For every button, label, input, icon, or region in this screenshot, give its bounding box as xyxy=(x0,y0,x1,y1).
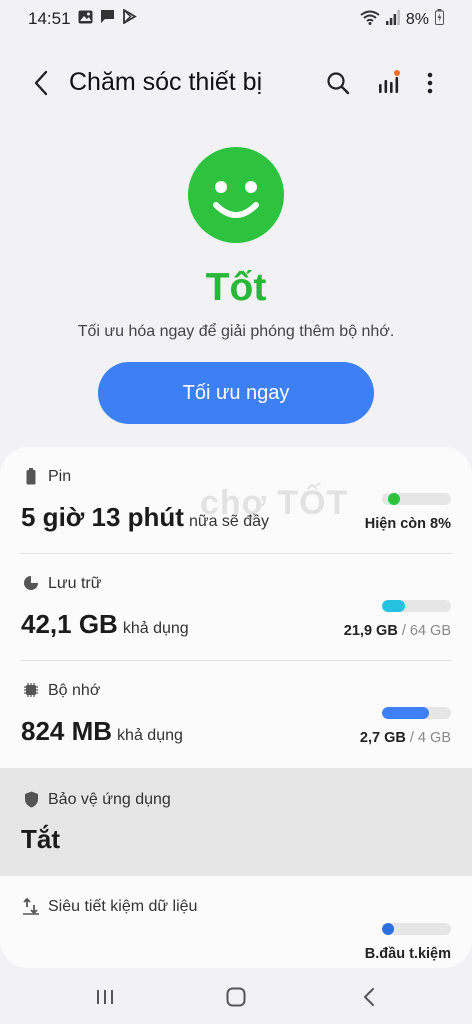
battery-icon xyxy=(435,9,444,30)
storage-available: 42,1 GB khả dụng xyxy=(21,609,189,640)
status-smiley-icon xyxy=(188,147,284,243)
signal-icon xyxy=(385,9,400,30)
app-protection-row[interactable]: Bảo vệ ứng dụng Tắt xyxy=(0,768,472,876)
memory-available-suffix: khả dụng xyxy=(117,727,183,744)
data-saver-start-button[interactable]: B.đầu t.kiệm xyxy=(365,946,451,962)
device-care-card: Pin 5 giờ 13 phút nữa sẽ đầy Hiện còn 8% … xyxy=(0,447,472,968)
device-status: Tốt xyxy=(205,266,267,309)
battery-level-bar xyxy=(382,493,451,505)
memory-level-fill xyxy=(382,707,429,719)
stats-button[interactable] xyxy=(371,66,405,100)
app-protection-status: Tắt xyxy=(21,824,60,854)
battery-level-fill xyxy=(387,493,400,505)
back-arrow-icon xyxy=(34,70,48,96)
message-icon xyxy=(100,9,115,29)
storage-level-fill xyxy=(382,600,406,612)
home-icon xyxy=(226,987,246,1007)
storage-label: Lưu trữ xyxy=(48,575,102,592)
storage-row[interactable]: Lưu trữ 42,1 GB khả dụng 21,9 GB / 64 GB xyxy=(0,554,472,661)
memory-used: 2,7 GB xyxy=(359,730,406,746)
nav-back-button[interactable] xyxy=(347,980,391,1014)
memory-available-value: 824 MB xyxy=(21,716,113,746)
data-saver-row[interactable]: Siêu tiết kiệm dữ liệu B.đầu t.kiệm xyxy=(0,876,472,968)
home-button[interactable] xyxy=(214,980,258,1014)
memory-chip-icon xyxy=(22,681,40,699)
storage-usage: 21,9 GB / 64 GB xyxy=(344,623,451,639)
data-saver-fill xyxy=(382,923,394,935)
battery-time: 5 giờ 13 phút nữa sẽ đầy xyxy=(21,502,269,533)
recent-apps-icon xyxy=(97,990,113,1004)
back-button[interactable] xyxy=(26,66,56,100)
storage-level-bar xyxy=(382,600,451,612)
wifi-icon xyxy=(360,10,380,30)
storage-total: / 64 GB xyxy=(401,623,451,639)
play-store-icon xyxy=(122,8,137,29)
stats-icon xyxy=(379,70,400,93)
memory-label: Bộ nhớ xyxy=(48,682,101,699)
memory-available: 824 MB khả dụng xyxy=(21,716,183,747)
more-options-icon xyxy=(427,72,433,94)
battery-percent: 8% xyxy=(405,10,429,28)
search-button[interactable] xyxy=(321,66,355,100)
page-title: Chăm sóc thiết bị xyxy=(69,68,263,96)
status-time: 14:51 xyxy=(28,9,71,28)
data-saver-label: Siêu tiết kiệm dữ liệu xyxy=(48,898,198,915)
memory-level-bar xyxy=(382,707,451,719)
memory-total: / 4 GB xyxy=(409,730,451,746)
battery-time-value: 5 giờ 13 phút xyxy=(21,502,184,532)
app-bar: Chăm sóc thiết bị xyxy=(0,52,472,112)
battery-row[interactable]: Pin 5 giờ 13 phút nữa sẽ đầy Hiện còn 8% xyxy=(0,447,472,554)
app-protection-label: Bảo vệ ứng dụng xyxy=(48,791,171,808)
battery-label: Pin xyxy=(48,468,72,485)
more-options-button[interactable] xyxy=(413,66,447,100)
data-saver-bar xyxy=(382,923,451,935)
battery-remaining: Hiện còn 8% xyxy=(364,516,451,532)
storage-available-value: 42,1 GB xyxy=(21,609,118,639)
memory-row[interactable]: Bộ nhớ 824 MB khả dụng 2,7 GB / 4 GB xyxy=(0,661,472,768)
status-bar: 14:51 8% xyxy=(0,0,472,36)
optimize-now-button[interactable]: Tối ưu ngay xyxy=(98,362,374,424)
notification-icons xyxy=(78,8,137,29)
storage-used: 21,9 GB xyxy=(343,623,398,639)
battery-time-suffix: nữa sẽ đầy xyxy=(188,513,270,530)
pie-chart-icon xyxy=(22,574,40,592)
memory-usage: 2,7 GB / 4 GB xyxy=(360,730,451,746)
storage-available-suffix: khả dụng xyxy=(122,620,189,637)
gallery-icon xyxy=(78,10,93,29)
battery-icon xyxy=(22,467,40,485)
status-message: Tối ưu hóa ngay để giải phóng thêm bộ nh… xyxy=(77,323,395,340)
data-saver-icon xyxy=(22,897,40,915)
recent-apps-button[interactable] xyxy=(83,980,127,1014)
back-icon xyxy=(364,988,374,1006)
shield-icon xyxy=(22,790,40,808)
status-right: 8% xyxy=(360,9,444,30)
navigation-bar xyxy=(0,968,472,1024)
search-icon xyxy=(327,72,350,95)
